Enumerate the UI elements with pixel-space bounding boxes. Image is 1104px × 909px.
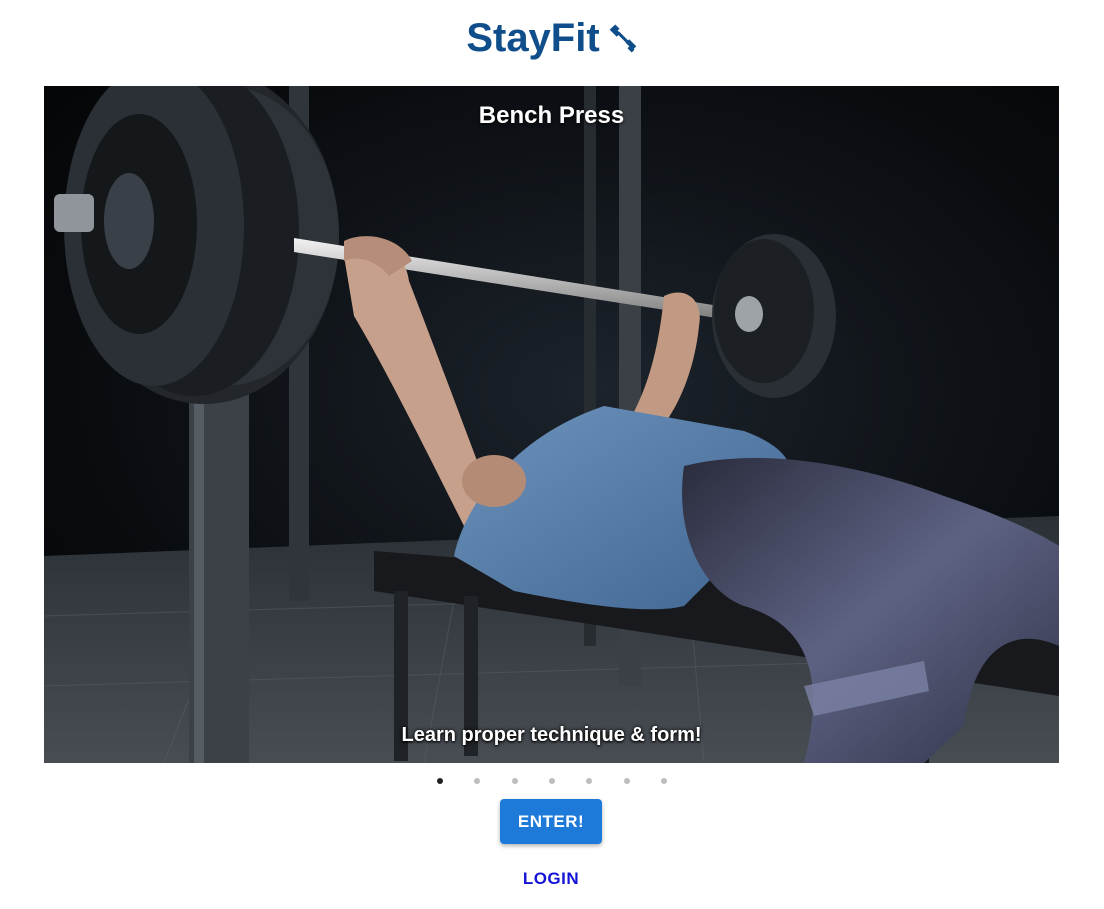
carousel-dot-6[interactable] [623,778,630,784]
bench-press-photo [44,86,1059,763]
app-title: StayFit [466,15,600,60]
app-header: StayFit [0,14,1104,62]
carousel-dot-4[interactable] [549,778,555,784]
enter-button[interactable]: ENTER! [500,799,602,844]
slide-title: Bench Press [478,102,625,129]
carousel-indicators [0,775,1104,787]
login-button[interactable]: LOGIN [505,862,597,896]
carousel-dot-5[interactable] [586,778,593,784]
carousel-dot-3[interactable] [511,778,518,784]
carousel-dot-7[interactable] [661,778,668,784]
exercise-carousel[interactable]: Bench Press Learn proper technique & for… [44,86,1059,763]
carousel-dot-1[interactable] [436,778,443,784]
carousel-dot-2[interactable] [474,778,481,784]
slide-caption: Learn proper technique & form! [401,724,702,746]
dumbbell-icon [608,23,638,53]
